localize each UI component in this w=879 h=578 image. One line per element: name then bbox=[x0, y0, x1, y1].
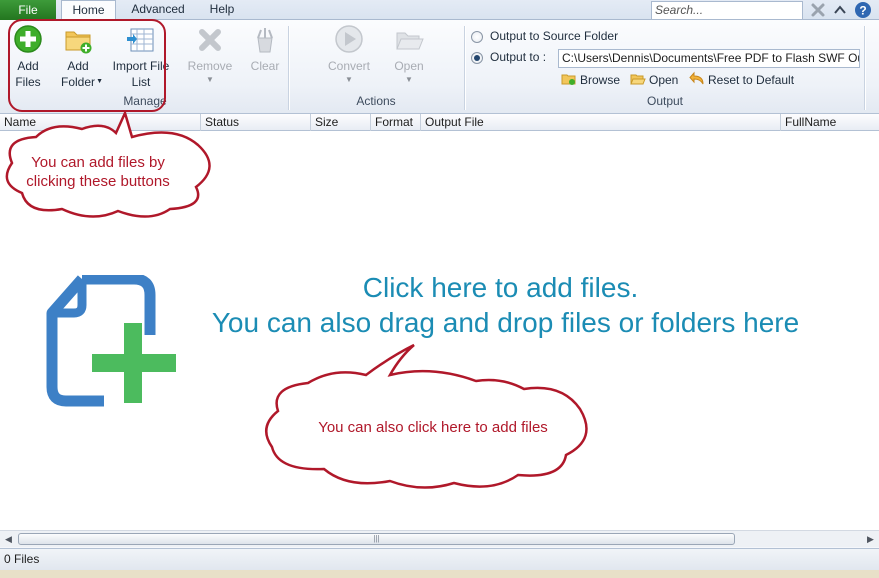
window-bottom-edge bbox=[0, 570, 879, 578]
remove-dropdown-icon: ▼ bbox=[206, 75, 214, 84]
group-separator bbox=[864, 26, 865, 110]
group-label-output: Output bbox=[646, 94, 684, 108]
open-action-button[interactable]: Open ▼ bbox=[390, 24, 428, 84]
clear-button[interactable]: Clear bbox=[246, 24, 284, 74]
reset-default-label: Reset to Default bbox=[708, 73, 795, 87]
file-count: 0 Files bbox=[4, 552, 40, 566]
drag-drop-text[interactable]: You can also drag and drop files or fold… bbox=[66, 307, 879, 339]
collapse-ribbon-icon[interactable] bbox=[832, 2, 848, 18]
help-icon[interactable]: ? bbox=[854, 1, 872, 19]
column-output-file[interactable]: Output File bbox=[420, 114, 780, 131]
output-path-field[interactable]: C:\Users\Dennis\Documents\Free PDF to Fl… bbox=[558, 49, 860, 68]
open-action-label: Open bbox=[394, 59, 424, 73]
output-source-folder-radio[interactable] bbox=[471, 31, 483, 43]
callout-buttons-line2: clicking these buttons bbox=[26, 173, 170, 190]
convert-dropdown-icon: ▼ bbox=[345, 75, 353, 84]
group-separator bbox=[464, 26, 465, 110]
open-output-label: Open bbox=[649, 73, 679, 87]
remove-label: Remove bbox=[187, 59, 233, 73]
click-to-add-text[interactable]: Click here to add files. bbox=[61, 272, 879, 304]
close-icon[interactable] bbox=[810, 2, 826, 18]
column-size[interactable]: Size bbox=[310, 114, 370, 131]
open-output-button[interactable]: Open bbox=[630, 71, 678, 89]
remove-button[interactable]: Remove ▼ bbox=[186, 24, 234, 84]
status-bar: 0 Files bbox=[0, 548, 879, 570]
tab-help[interactable]: Help bbox=[200, 0, 244, 20]
search-input[interactable]: Search... bbox=[651, 1, 803, 20]
reset-default-button[interactable]: Reset to Default bbox=[689, 71, 794, 89]
browse-label: Browse bbox=[580, 73, 621, 87]
play-icon bbox=[335, 25, 363, 53]
callout-click-text: You can also click here to add files bbox=[318, 419, 548, 436]
column-fullname[interactable]: FullName bbox=[780, 114, 879, 131]
column-format[interactable]: Format bbox=[370, 114, 420, 131]
open-folder-icon bbox=[396, 32, 424, 50]
open-dropdown-icon: ▼ bbox=[405, 75, 413, 84]
convert-label: Convert bbox=[327, 59, 371, 73]
tab-home[interactable]: Home bbox=[61, 0, 116, 21]
reset-arrow-icon bbox=[689, 71, 704, 85]
group-separator bbox=[288, 26, 289, 110]
open-output-folder-icon bbox=[630, 74, 646, 85]
clear-label: Clear bbox=[250, 59, 280, 73]
tab-file[interactable]: File bbox=[0, 0, 56, 20]
scrollbar-thumb[interactable]: ||| bbox=[18, 533, 735, 545]
output-to-radio[interactable] bbox=[471, 52, 483, 64]
convert-button[interactable]: Convert ▼ bbox=[323, 24, 375, 84]
group-label-actions: Actions bbox=[356, 94, 396, 108]
broom-icon bbox=[257, 28, 273, 53]
output-to-label[interactable]: Output to : bbox=[490, 50, 546, 64]
manage-highlight-outline bbox=[8, 19, 166, 112]
output-source-folder-label[interactable]: Output to Source Folder bbox=[490, 29, 618, 43]
callout-buttons-line1: You can add files by bbox=[31, 154, 165, 171]
browse-folder-icon bbox=[561, 74, 576, 85]
svg-text:?: ? bbox=[859, 4, 866, 18]
ribbon-tab-strip: File Home Advanced Help Search... ? bbox=[0, 0, 879, 21]
browse-button[interactable]: Browse bbox=[561, 71, 620, 89]
scroll-left-icon[interactable]: ◀ bbox=[0, 531, 17, 548]
remove-icon bbox=[199, 29, 221, 51]
horizontal-scrollbar[interactable]: ◀ ||| ▶ bbox=[0, 530, 879, 547]
tab-advanced[interactable]: Advanced bbox=[124, 0, 192, 20]
file-list-drop-area[interactable]: Click here to add files. You can also dr… bbox=[0, 111, 879, 530]
scroll-right-icon[interactable]: ▶ bbox=[862, 531, 879, 548]
